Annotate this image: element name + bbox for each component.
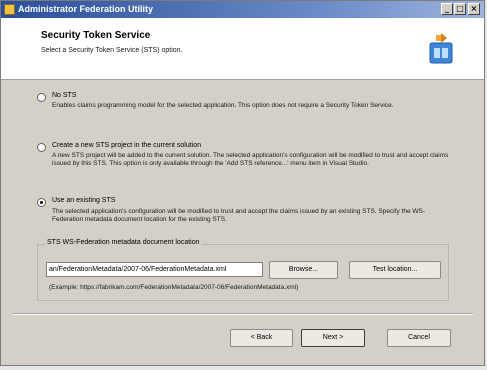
page-subtitle: Select a Security Token Service (STS) op…	[41, 47, 183, 54]
option-label-create-sts[interactable]: Create a new STS project in the current …	[52, 142, 201, 149]
back-button[interactable]: < Back	[230, 329, 293, 347]
browse-button[interactable]: Browse...	[269, 261, 338, 279]
radio-existing-sts[interactable]	[37, 198, 46, 207]
test-location-button[interactable]: Test location...	[349, 261, 441, 279]
option-label-existing-sts[interactable]: Use an existing STS	[52, 197, 115, 204]
wizard-window: Administrator Federation Utility _ □ × S…	[0, 0, 485, 366]
metadata-example-text: (Example: https://fabrikam.com/Federatio…	[49, 284, 299, 291]
radio-no-sts[interactable]	[37, 93, 46, 102]
app-icon	[4, 4, 15, 15]
title-bar[interactable]: Administrator Federation Utility _ □ ×	[1, 1, 484, 18]
option-desc-create-sts: A new STS project will be added to the c…	[52, 152, 449, 167]
maximize-button[interactable]: □	[454, 3, 466, 15]
footer-separator	[13, 313, 473, 315]
page-title: Security Token Service	[41, 30, 151, 41]
option-desc-no-sts: Enables claims programming model for the…	[52, 102, 394, 109]
wizard-header: Security Token Service Select a Security…	[1, 18, 484, 80]
close-button[interactable]: ×	[468, 3, 480, 15]
window-title: Administrator Federation Utility	[18, 4, 154, 14]
cancel-button[interactable]: Cancel	[387, 329, 451, 347]
metadata-location-input[interactable]: an/FederationMetadata/2007-06/Federation…	[46, 262, 263, 277]
wizard-banner-icon	[429, 33, 453, 64]
metadata-group-label: STS WS-Federation metadata document loca…	[45, 239, 202, 246]
option-label-no-sts[interactable]: No STS	[52, 92, 77, 99]
next-button[interactable]: Next >	[301, 329, 365, 347]
minimize-button[interactable]: _	[441, 3, 453, 15]
option-desc-existing-sts: The selected application's configuration…	[52, 208, 426, 223]
radio-create-sts[interactable]	[37, 143, 46, 152]
